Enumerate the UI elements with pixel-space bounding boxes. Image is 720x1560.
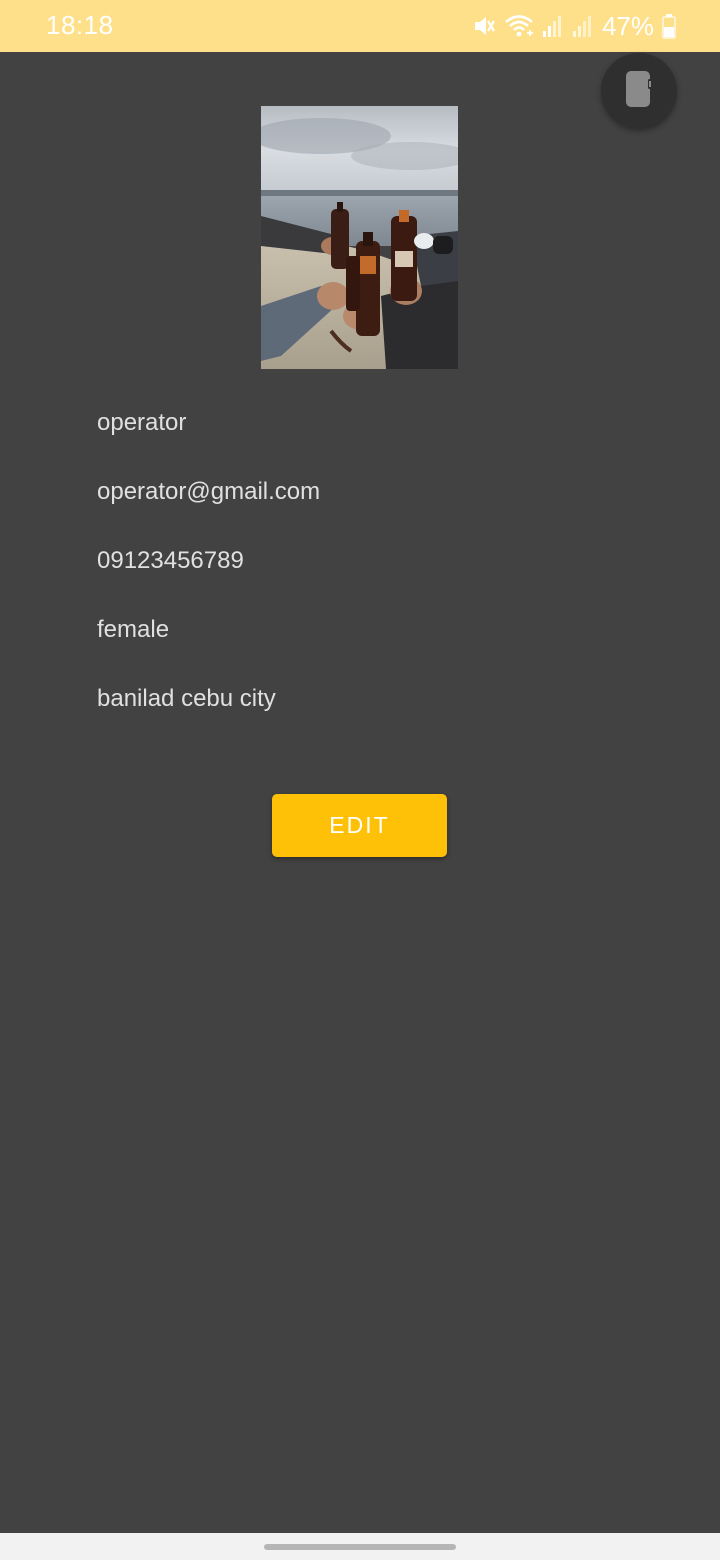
status-icons: 47% (472, 12, 676, 40)
mute-icon (472, 13, 496, 39)
navigation-bar (0, 1533, 720, 1560)
username-text: operator (97, 409, 187, 436)
phone-text: 09123456789 (97, 547, 244, 574)
status-bar: 18:18 47% (0, 0, 720, 52)
address-text: banilad cebu city (97, 685, 276, 712)
gender-text: female (97, 616, 170, 643)
home-indicator[interactable] (264, 1544, 456, 1550)
rotate-screen-button[interactable] (601, 53, 677, 129)
signal-icon (542, 13, 564, 39)
edit-button[interactable]: EDIT (272, 794, 447, 857)
profile-info: operator operator@gmail.com 09123456789 … (97, 404, 657, 749)
wifi-icon (504, 13, 534, 39)
email-text: operator@gmail.com (97, 478, 321, 505)
profile-photo (261, 106, 458, 369)
phone-rotate-icon (622, 69, 656, 114)
profile-screen: 18:18 47% operator operator@gmail.com 09… (0, 0, 720, 1560)
battery-percent: 47% (601, 11, 654, 41)
battery-icon (662, 13, 676, 39)
signal-icon (572, 13, 594, 39)
status-time: 18:18 (46, 10, 114, 40)
